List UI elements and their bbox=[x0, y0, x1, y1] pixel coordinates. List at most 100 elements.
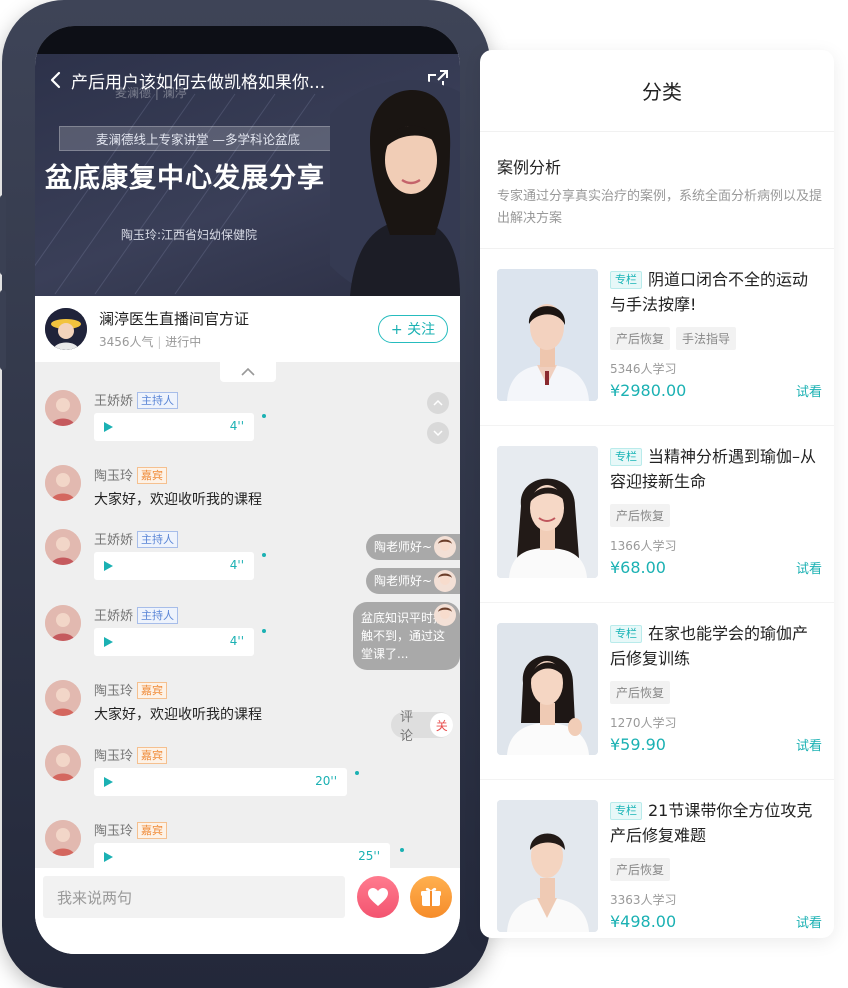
role-badge: 主持人 bbox=[137, 607, 179, 624]
chat-message: 陶玉玲 嘉宾 大家好，欢迎收听我的课程 bbox=[45, 465, 305, 515]
unread-dot bbox=[262, 629, 266, 633]
course-thumbnail bbox=[497, 269, 598, 401]
column-badge: 专栏 bbox=[610, 802, 642, 820]
course-tag: 产后恢复 bbox=[610, 327, 671, 350]
user-avatar[interactable] bbox=[45, 529, 81, 565]
sender-name: 王娇娇 bbox=[94, 394, 134, 409]
voice-message[interactable]: 4'' bbox=[94, 628, 254, 656]
sender-name: 陶玉玲 bbox=[94, 469, 134, 484]
course-price: ¥498.00 bbox=[610, 912, 677, 931]
column-badge: 专栏 bbox=[610, 271, 642, 289]
comment-input[interactable]: 我来说两句 bbox=[43, 876, 345, 918]
phone-volume-button bbox=[0, 290, 6, 370]
voice-message[interactable]: 4'' bbox=[94, 552, 254, 580]
host-info-bar: 澜渟医生直播间官方证 3456人气 | 进行中 + 关注 bbox=[35, 296, 460, 362]
user-avatar[interactable] bbox=[45, 390, 81, 426]
sender-name: 陶玉玲 bbox=[94, 684, 134, 699]
role-badge: 嘉宾 bbox=[137, 682, 168, 699]
phone-volume-button bbox=[0, 195, 6, 275]
trial-button[interactable]: 试看 bbox=[796, 912, 822, 931]
category-description: 专家通过分享真实治疗的案例，系统全面分析病例以及提出解决方案 bbox=[497, 189, 823, 226]
scroll-down-button[interactable] bbox=[427, 422, 449, 444]
voice-message[interactable]: 25'' bbox=[94, 843, 390, 868]
comment-toggle[interactable]: 评论 关 bbox=[391, 710, 453, 744]
category-panel: 分类 案例分析 专家通过分享真实治疗的案例，系统全面分析病例以及提出解决方案 专… bbox=[480, 50, 834, 938]
user-avatar[interactable] bbox=[45, 680, 81, 716]
role-badge: 嘉宾 bbox=[137, 822, 168, 839]
chat-area: 王娇娇主持人 4'' 陶玉玲嘉宾 大家好，欢迎收听我的课程 王娇娇主持人 bbox=[35, 362, 460, 868]
voice-message[interactable]: 4'' bbox=[94, 413, 254, 441]
chat-message: 陶玉玲 嘉宾 25'' bbox=[45, 820, 445, 868]
speaker-info: 陶玉玲:江西省妇幼保健院 bbox=[121, 228, 258, 242]
chat-message: 陶玉玲 嘉宾 大家好，欢迎收听我的课程 bbox=[45, 680, 305, 730]
column-badge: 专栏 bbox=[610, 448, 642, 466]
follow-button[interactable]: + 关注 bbox=[378, 315, 448, 343]
learner-count: 1366人学习 bbox=[610, 539, 677, 553]
course-item[interactable]: 专栏 阴道口闭合不全的运动与手法按摩! 产后恢复 手法指导 5346人学习 ¥29… bbox=[480, 249, 834, 426]
commenter-avatar bbox=[434, 536, 456, 558]
course-price: ¥2980.00 bbox=[610, 381, 687, 400]
back-arrow-icon[interactable] bbox=[39, 66, 71, 94]
learner-count: 5346人学习 bbox=[610, 362, 677, 376]
comment-close-button[interactable]: 关 bbox=[430, 713, 453, 737]
course-thumbnail bbox=[497, 800, 598, 932]
category-name: 案例分析 bbox=[497, 158, 562, 177]
user-avatar[interactable] bbox=[45, 745, 81, 781]
commenter-avatar bbox=[434, 604, 456, 626]
voice-duration: 4'' bbox=[229, 558, 244, 572]
learner-count: 1270人学习 bbox=[610, 716, 677, 730]
category-intro: 案例分析 专家通过分享真实治疗的案例，系统全面分析病例以及提出解决方案 bbox=[480, 132, 834, 249]
course-item[interactable]: 专栏 当精神分析遇到瑜伽–从容迎接新生命 产后恢复 1366人学习 ¥68.00 … bbox=[480, 426, 834, 603]
role-badge: 主持人 bbox=[137, 531, 179, 548]
unread-dot bbox=[400, 848, 404, 852]
lecture-subtitle: 麦澜德线上专家讲堂 —多学科论盆底 bbox=[59, 126, 337, 151]
trial-button[interactable]: 试看 bbox=[796, 381, 822, 400]
banner-main-title: 盆底康复中心发展分享 bbox=[45, 163, 325, 194]
unread-dot bbox=[262, 553, 266, 557]
course-item[interactable]: 专栏 21节课带你全方位攻克产后修复难题 产后恢复 3363人学习 ¥498.00… bbox=[480, 780, 834, 938]
host-avatar[interactable] bbox=[45, 308, 87, 350]
scroll-up-button[interactable] bbox=[427, 392, 449, 414]
play-icon bbox=[104, 637, 113, 647]
voice-duration: 25'' bbox=[358, 849, 380, 863]
heart-icon bbox=[368, 888, 388, 906]
course-item[interactable]: 专栏 在家也能学会的瑜伽产后修复训练 产后恢复 1270人学习 ¥59.90 试看 bbox=[480, 603, 834, 780]
gift-icon bbox=[421, 887, 441, 906]
gift-button[interactable] bbox=[410, 876, 452, 918]
course-tag: 手法指导 bbox=[676, 327, 737, 350]
play-icon bbox=[104, 422, 113, 432]
chat-message: 王娇娇 主持人 4'' bbox=[45, 390, 295, 450]
voice-message[interactable]: 20'' bbox=[94, 768, 347, 796]
message-text: 大家好，欢迎收听我的课程 bbox=[94, 492, 262, 508]
course-thumbnail bbox=[497, 623, 598, 755]
course-tag: 产后恢复 bbox=[610, 858, 671, 881]
trial-button[interactable]: 试看 bbox=[796, 558, 822, 577]
user-avatar[interactable] bbox=[45, 465, 81, 501]
trial-button[interactable]: 试看 bbox=[796, 735, 822, 754]
collapse-toggle[interactable] bbox=[220, 362, 276, 382]
user-avatar[interactable] bbox=[45, 605, 81, 641]
course-price: ¥59.90 bbox=[610, 735, 666, 754]
chevron-up-icon bbox=[241, 368, 255, 376]
speaker-portrait bbox=[330, 80, 460, 296]
voice-duration: 4'' bbox=[229, 419, 244, 433]
unread-dot bbox=[262, 414, 266, 418]
live-status: 进行中 bbox=[165, 335, 202, 349]
phone-screen: 麦澜德 | 澜渟 产后用户该如何去做凯格如果你... 麦澜德线上专家讲堂 —多学… bbox=[35, 26, 460, 954]
course-tag: 产后恢复 bbox=[610, 504, 671, 527]
role-badge: 嘉宾 bbox=[137, 747, 168, 764]
chevron-up-icon bbox=[433, 400, 443, 406]
chat-message: 王娇娇 主持人 4'' bbox=[45, 529, 295, 589]
live-banner: 麦澜德 | 澜渟 产后用户该如何去做凯格如果你... 麦澜德线上专家讲堂 —多学… bbox=[35, 26, 460, 296]
like-button[interactable] bbox=[357, 876, 399, 918]
status-bar bbox=[35, 26, 460, 54]
comment-toggle-label: 评论 bbox=[400, 710, 414, 744]
sender-name: 王娇娇 bbox=[94, 533, 134, 548]
chat-message: 陶玉玲 嘉宾 20'' bbox=[45, 745, 375, 805]
input-bar: 我来说两句 bbox=[35, 868, 460, 954]
play-icon bbox=[104, 561, 113, 571]
unread-dot bbox=[355, 771, 359, 775]
course-thumbnail bbox=[497, 446, 598, 578]
user-avatar[interactable] bbox=[45, 820, 81, 856]
category-header: 分类 bbox=[480, 50, 834, 132]
